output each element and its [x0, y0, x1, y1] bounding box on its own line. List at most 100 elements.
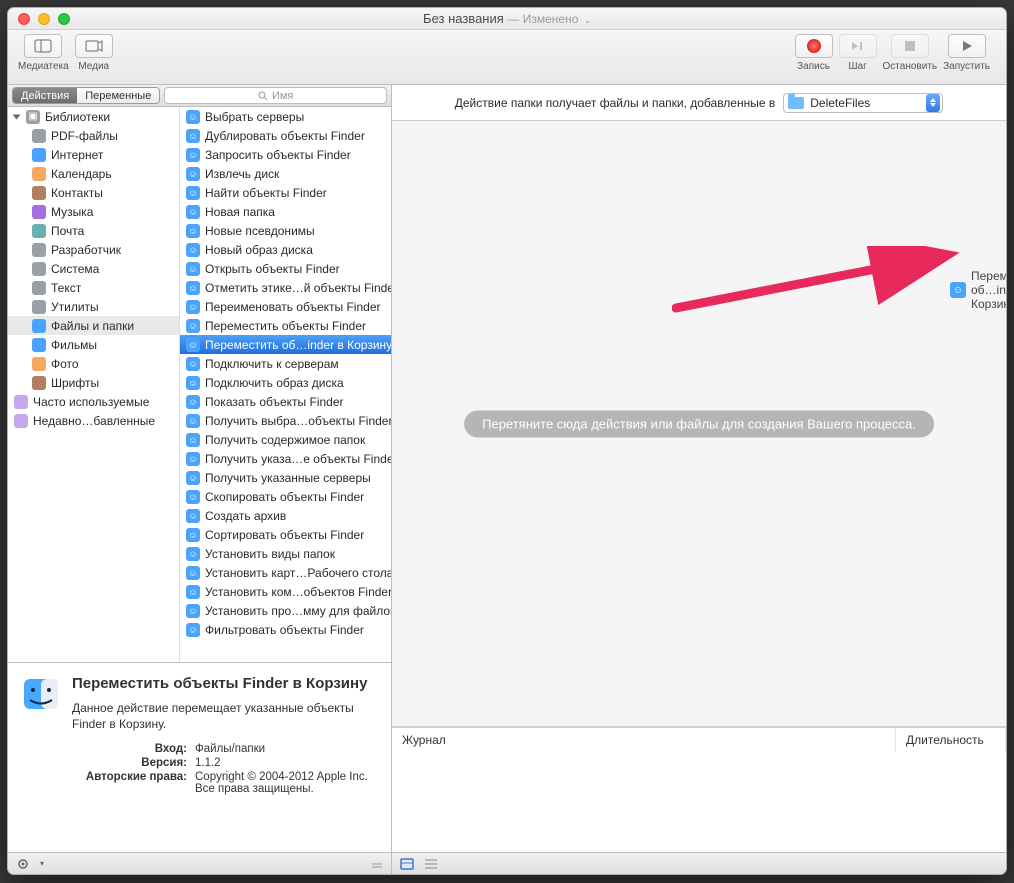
action-item[interactable]: ☺Подключить к серверам [180, 354, 391, 373]
finder-small-icon: ☺ [186, 509, 200, 523]
info-key: Авторские права: [72, 771, 187, 795]
lib-calendar[interactable]: Календарь [8, 164, 179, 183]
lib-developer[interactable]: Разработчик [8, 240, 179, 259]
finder-small-icon: ☺ [186, 604, 200, 618]
lib-fonts[interactable]: Шрифты [8, 373, 179, 392]
action-item[interactable]: ☺Установить виды папок [180, 544, 391, 563]
lib-utilities[interactable]: Утилиты [8, 297, 179, 316]
finder-small-icon: ☺ [186, 566, 200, 580]
action-item[interactable]: ☺Переместить об…inder в Корзину [180, 335, 391, 354]
log-body [392, 752, 1006, 852]
list-item-label: Часто используемые [33, 395, 149, 409]
record-label: Запись [797, 61, 830, 72]
tab-actions[interactable]: Действия [13, 88, 77, 103]
finder-small-icon: ☺ [186, 262, 200, 276]
dragged-action[interactable]: ☺ Переместить об…inder в Корзину [950, 269, 1006, 311]
action-info: Переместить объекты Finder в Корзину Дан… [8, 662, 391, 852]
finder-small-icon: ☺ [186, 395, 200, 409]
action-item[interactable]: ☺Подключить образ диска [180, 373, 391, 392]
lib-contacts[interactable]: Контакты [8, 183, 179, 202]
log-col-journal[interactable]: Журнал [392, 728, 896, 752]
list-item-label: Текст [51, 281, 81, 295]
action-item[interactable]: ☺Показать объекты Finder [180, 392, 391, 411]
action-item[interactable]: ☺Отметить этике…й объекты Finder [180, 278, 391, 297]
finder-small-icon: ☺ [186, 452, 200, 466]
action-item[interactable]: ☺Получить указа…е объекты Finder [180, 449, 391, 468]
lib-text[interactable]: Текст [8, 278, 179, 297]
actions-list[interactable]: ☺Выбрать серверы☺Дублировать объекты Fin… [180, 107, 391, 662]
list-item-label: PDF-файлы [51, 129, 118, 143]
tab-variables[interactable]: Переменные [77, 88, 159, 103]
action-item[interactable]: ☺Сортировать объекты Finder [180, 525, 391, 544]
smart-icon [14, 414, 28, 428]
action-item[interactable]: ☺Извлечь диск [180, 164, 391, 183]
finder-small-icon: ☺ [186, 186, 200, 200]
list-view-icon[interactable] [424, 858, 438, 870]
titlebar: Без названия — Изменено ⌄ [8, 8, 1006, 30]
lib-movies[interactable]: Фильмы [8, 335, 179, 354]
category-icon [32, 224, 46, 238]
action-item[interactable]: ☺Скопировать объекты Finder [180, 487, 391, 506]
list-item-label: Недавно…бавленные [33, 414, 155, 428]
action-item[interactable]: ☺Получить выбра…объекты Finder [180, 411, 391, 430]
action-item[interactable]: ☺Новая папка [180, 202, 391, 221]
action-item[interactable]: ☺Запросить объекты Finder [180, 145, 391, 164]
action-item[interactable]: ☺Новые псевдонимы [180, 221, 391, 240]
workflow-canvas[interactable]: ☺ Переместить об…inder в Корзину Перетян… [392, 121, 1006, 726]
lib-recently-added[interactable]: Недавно…бавленные [8, 411, 179, 430]
action-item[interactable]: ☺Создать архив [180, 506, 391, 525]
finder-small-icon: ☺ [186, 414, 200, 428]
action-item[interactable]: ☺Установить карт…Рабочего стола [180, 563, 391, 582]
action-item[interactable]: ☺Переименовать объекты Finder [180, 297, 391, 316]
lib-most-used[interactable]: Часто используемые [8, 392, 179, 411]
action-label: Получить содержимое папок [205, 433, 365, 447]
automator-window: Без названия — Изменено ⌄ Медиатека Меди… [7, 7, 1007, 875]
action-item[interactable]: ☺Установить про…мму для файлов [180, 601, 391, 620]
record-button[interactable] [795, 34, 833, 58]
action-item[interactable]: ☺Получить содержимое папок [180, 430, 391, 449]
lib-system[interactable]: Система [8, 259, 179, 278]
step-button[interactable] [839, 34, 877, 58]
action-item[interactable]: ☺Найти объекты Finder [180, 183, 391, 202]
action-item[interactable]: ☺Новый образ диска [180, 240, 391, 259]
list-item-label: Шрифты [51, 376, 99, 390]
info-value: Copyright © 2004-2012 Apple Inc. Все пра… [195, 771, 377, 795]
finder-small-icon: ☺ [186, 528, 200, 542]
lib-files-folders[interactable]: Файлы и папки [8, 316, 179, 335]
flow-view-icon[interactable] [400, 858, 414, 870]
finder-small-icon: ☺ [186, 281, 200, 295]
category-icon [32, 376, 46, 390]
action-label: Фильтровать объекты Finder [205, 623, 364, 637]
run-button[interactable] [948, 34, 986, 58]
library-list[interactable]: ▣Библиотеки PDF-файлы ИнтернетКалендарьКо… [8, 107, 180, 662]
action-item[interactable]: ☺Фильтровать объекты Finder [180, 620, 391, 639]
log-header: Журнал Длительность [392, 728, 1006, 752]
library-label: Медиатека [18, 61, 69, 72]
action-label: Дублировать объекты Finder [205, 129, 365, 143]
gear-icon[interactable] [16, 857, 30, 871]
action-item[interactable]: ☺Выбрать серверы [180, 107, 391, 126]
lib-internet[interactable]: Интернет [8, 145, 179, 164]
lib-pdf[interactable]: PDF-файлы [8, 126, 179, 145]
folder-popup[interactable]: DeleteFiles [783, 93, 943, 113]
search-input[interactable]: Имя [164, 87, 387, 104]
action-item[interactable]: ☺Открыть объекты Finder [180, 259, 391, 278]
lib-mail[interactable]: Почта [8, 221, 179, 240]
lib-music[interactable]: Музыка [8, 202, 179, 221]
category-icon [32, 281, 46, 295]
lib-photos[interactable]: Фото [8, 354, 179, 373]
log-col-duration[interactable]: Длительность [896, 728, 1006, 752]
chevron-down-icon[interactable]: ▾ [40, 859, 44, 868]
action-item[interactable]: ☺Установить ком…объектов Finder [180, 582, 391, 601]
action-item[interactable]: ☺Дублировать объекты Finder [180, 126, 391, 145]
media-button[interactable] [75, 34, 113, 58]
library-button[interactable] [24, 34, 62, 58]
action-item[interactable]: ☺Переместить объекты Finder [180, 316, 391, 335]
actions-variables-segment: Действия Переменные [12, 87, 160, 104]
action-label: Подключить к серверам [205, 357, 339, 371]
library-root[interactable]: ▣Библиотеки [8, 107, 179, 126]
action-item[interactable]: ☺Получить указанные серверы [180, 468, 391, 487]
category-icon [32, 148, 46, 162]
action-label: Установить ком…объектов Finder [205, 585, 391, 599]
stop-button[interactable] [891, 34, 929, 58]
